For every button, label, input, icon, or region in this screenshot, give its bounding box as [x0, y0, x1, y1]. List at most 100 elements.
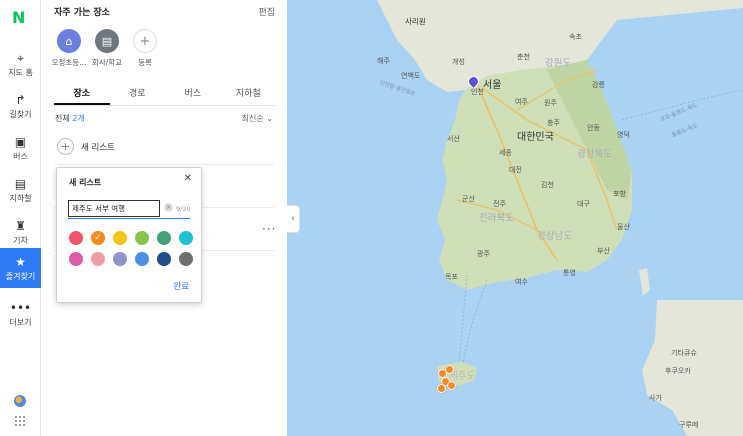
- rail-label: 기차: [13, 235, 28, 245]
- more-options-icon[interactable]: ···: [262, 222, 276, 236]
- color-swatch-green[interactable]: [157, 231, 171, 245]
- more-icon: •••: [9, 300, 32, 315]
- saved-place-pin[interactable]: [437, 384, 446, 393]
- color-swatch-gray[interactable]: [179, 252, 193, 266]
- close-icon[interactable]: ✕: [184, 173, 192, 184]
- divider: [54, 164, 274, 165]
- edit-button[interactable]: 편집: [258, 5, 275, 18]
- building-icon: ▤: [95, 29, 119, 53]
- subway-icon: ▤: [14, 176, 27, 191]
- rail-label: 길찾기: [9, 109, 32, 119]
- saved-place-pin[interactable]: [445, 365, 454, 374]
- home-icon: ⌂: [57, 29, 81, 53]
- rail-item-directions[interactable]: ↱ 길찾기: [0, 87, 41, 125]
- map-label: 대구: [577, 200, 590, 208]
- naver-logo[interactable]: N: [12, 8, 25, 27]
- rail-label: 지도 홈: [8, 67, 33, 77]
- color-swatch-magenta[interactable]: [69, 252, 83, 266]
- map-label: 사리원: [405, 17, 426, 26]
- map-label: 강릉: [592, 81, 605, 89]
- favorite-label: 회사/학교: [91, 58, 123, 67]
- color-swatch-pink[interactable]: [91, 252, 105, 266]
- new-list-dialog: 새 리스트 ✕ × 9/20 ✓ 완료: [56, 167, 202, 303]
- saved-place-pin[interactable]: [447, 381, 456, 390]
- add-icon: +: [133, 29, 157, 53]
- list-name-input[interactable]: [68, 200, 160, 217]
- map-label: 충주: [547, 119, 560, 127]
- map-label: 여주: [515, 98, 528, 106]
- apps-grid-icon[interactable]: [15, 416, 25, 426]
- done-button[interactable]: 완료: [173, 280, 189, 292]
- tab-routes[interactable]: 경로: [110, 84, 166, 105]
- map-label: 부산: [597, 247, 610, 255]
- map-label: 강원도: [545, 58, 572, 69]
- map-label: 경상남도: [537, 231, 572, 242]
- tab-subway[interactable]: 지하철: [221, 84, 277, 105]
- tab-places[interactable]: 장소: [54, 84, 110, 105]
- map-label: 울산: [617, 223, 630, 231]
- color-swatch-yellow[interactable]: [113, 231, 127, 245]
- color-swatch-blue[interactable]: [135, 252, 149, 266]
- map-label: 광주: [477, 250, 490, 258]
- map-label: 후쿠오카: [665, 367, 691, 375]
- add-icon: +: [57, 138, 74, 155]
- tab-bus[interactable]: 버스: [165, 84, 221, 105]
- map-label: 춘천: [517, 53, 530, 61]
- panel-tabs: 장소 경로 버스 지하철: [54, 84, 276, 106]
- map-label: 김천: [541, 181, 554, 189]
- color-swatch-red[interactable]: [69, 231, 83, 245]
- map-label: 안동: [587, 124, 600, 132]
- color-swatch-light-green[interactable]: [135, 231, 149, 245]
- favorite-label: 오정초등...: [51, 58, 87, 67]
- directions-icon: ↱: [15, 92, 26, 107]
- bus-icon: ▣: [14, 134, 27, 149]
- rail-label: 즐겨찾기: [5, 271, 36, 281]
- map-label: 인천: [471, 88, 484, 96]
- list-count: 전체 2개: [55, 113, 85, 124]
- rail-item-more[interactable]: ••• 더보기: [0, 295, 41, 333]
- color-swatch-cyan[interactable]: [179, 231, 193, 245]
- count-value: 2개: [72, 114, 85, 123]
- map-label: 해주: [377, 57, 390, 65]
- char-counter: 9/20: [176, 205, 191, 213]
- color-swatch-lavender[interactable]: [113, 252, 127, 266]
- rail-item-favorites[interactable]: ★ 즐겨찾기: [0, 248, 41, 288]
- map-label: 개성: [452, 58, 465, 66]
- map-label: 서산: [447, 135, 460, 143]
- sort-dropdown[interactable]: 최신순 ⌄: [242, 113, 273, 124]
- color-swatch-navy[interactable]: [157, 252, 171, 266]
- map-view[interactable]: 사리원 해주 개성 연백도 서울 인천 춘천 속초 강원도 강릉 원주 여주 대…: [287, 0, 743, 436]
- dialog-title: 새 리스트: [69, 178, 102, 187]
- star-icon: ★: [15, 254, 26, 269]
- map-label: 대전: [509, 166, 522, 174]
- new-list-button[interactable]: + 새 리스트: [57, 138, 115, 155]
- input-underline: [68, 218, 190, 219]
- color-swatch-orange-selected[interactable]: ✓: [91, 231, 105, 245]
- avatar[interactable]: [14, 395, 26, 407]
- rail-label: 버스: [13, 151, 28, 161]
- map-label: 경상북도: [577, 149, 612, 160]
- favorite-register[interactable]: + 등록: [125, 29, 165, 68]
- favorite-work-school[interactable]: ▤ 회사/학교: [87, 29, 127, 68]
- map-label: 사가: [649, 394, 662, 402]
- clear-input-icon[interactable]: ×: [164, 203, 173, 212]
- map-label: 구루메: [679, 421, 699, 429]
- map-pin-icon: ⌖: [17, 50, 24, 65]
- map-label: 영덕: [617, 131, 630, 139]
- rail-item-bus[interactable]: ▣ 버스: [0, 129, 41, 167]
- collapse-panel-button[interactable]: ‹: [287, 205, 300, 233]
- map-label: 통영: [563, 269, 576, 277]
- map-label: 군산: [462, 195, 475, 203]
- rail-item-subway[interactable]: ▤ 지하철: [0, 171, 41, 209]
- map-label: 서울: [483, 80, 502, 91]
- favorite-home[interactable]: ⌂ 오정초등...: [49, 29, 89, 68]
- new-list-label: 새 리스트: [81, 142, 115, 153]
- map-label: 전주: [493, 200, 506, 208]
- map-label: 원주: [544, 99, 557, 107]
- rail-item-train[interactable]: ♜ 기차: [0, 213, 41, 251]
- map-label: 기타큐슈: [671, 349, 697, 357]
- map-label: 속초: [569, 33, 582, 41]
- map-label: 목포: [445, 273, 458, 281]
- left-nav-rail: N ⌖ 지도 홈 ↱ 길찾기 ▣ 버스 ▤ 지하철 ♜ 기차 ★ 즐겨찾기 ••…: [0, 0, 41, 436]
- rail-item-map-home[interactable]: ⌖ 지도 홈: [0, 45, 41, 83]
